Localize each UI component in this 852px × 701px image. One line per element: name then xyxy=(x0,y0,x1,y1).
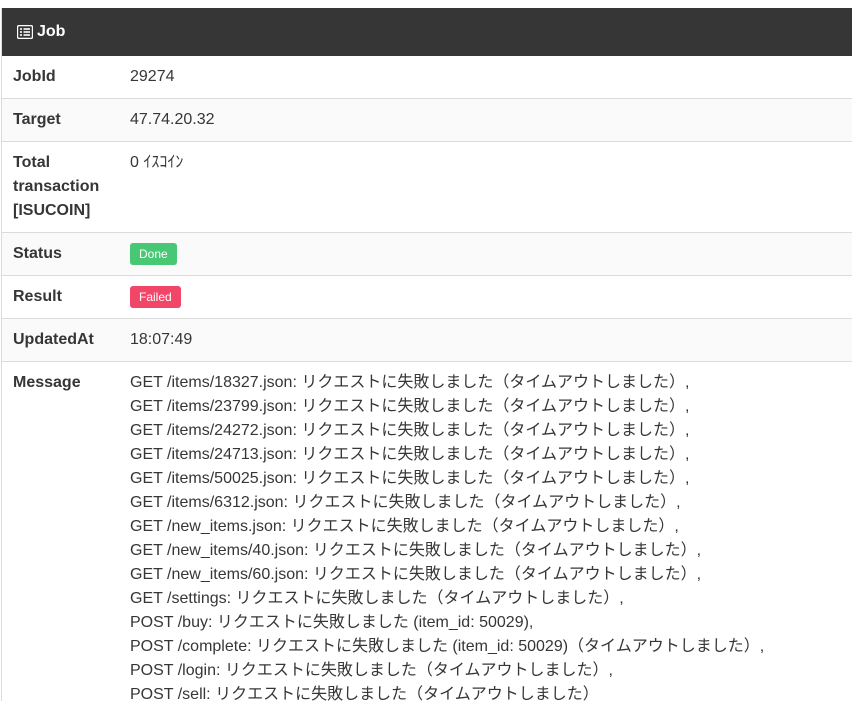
target-label: Target xyxy=(2,98,119,142)
total-label: Total transaction [ISUCOIN] xyxy=(2,141,119,233)
message-body: GET /items/18327.json: リクエストに失敗しました（タイムア… xyxy=(119,362,852,701)
row-status: Status Done xyxy=(2,232,852,276)
result-label: Result xyxy=(2,275,119,319)
row-result: Result Failed xyxy=(2,275,852,319)
message-line: GET /items/24713.json: リクエストに失敗しました（タイムア… xyxy=(130,446,690,463)
jobid-label: JobId xyxy=(2,56,119,99)
message-line: GET /new_items/40.json: リクエストに失敗しました（タイム… xyxy=(130,542,702,559)
message-line: GET /items/50025.json: リクエストに失敗しました（タイムア… xyxy=(130,470,690,487)
message-line: GET /new_items.json: リクエストに失敗しました（タイムアウト… xyxy=(130,518,679,535)
message-line: POST /sell: リクエストに失敗しました（タイムアウトしました） xyxy=(130,686,599,701)
message-line: GET /items/23799.json: リクエストに失敗しました（タイムア… xyxy=(130,398,690,415)
status-label: Status xyxy=(2,232,119,276)
row-target: Target 47.74.20.32 xyxy=(2,98,852,142)
message-line: GET /items/18327.json: リクエストに失敗しました（タイムア… xyxy=(130,374,690,391)
message-line: GET /new_items/60.json: リクエストに失敗しました（タイム… xyxy=(130,566,702,583)
message-line: POST /login: リクエストに失敗しました（タイムアウトしました）, xyxy=(130,662,613,679)
message-label: Message xyxy=(13,374,81,391)
message-line: GET /settings: リクエストに失敗しました（タイムアウトしました）, xyxy=(130,590,624,607)
message-line: GET /items/6312.json: リクエストに失敗しました（タイムアウ… xyxy=(130,494,681,511)
updated-value: 18:07:49 xyxy=(119,318,852,362)
card-title: Job xyxy=(37,23,66,40)
message-line: POST /complete: リクエストに失敗しました (item_id: 5… xyxy=(130,638,765,655)
message-line: GET /items/24272.json: リクエストに失敗しました（タイムア… xyxy=(130,422,690,439)
row-updated: UpdatedAt 18:07:49 xyxy=(2,318,852,362)
target-value: 47.74.20.32 xyxy=(119,98,852,142)
job-details-table: JobId 29274 Target 47.74.20.32 Total tra… xyxy=(2,56,852,701)
message-line: POST /buy: リクエストに失敗しました (item_id: 50029)… xyxy=(130,614,534,631)
updated-label: UpdatedAt xyxy=(2,318,119,362)
total-value: 0 ｲｽｺｲﾝ xyxy=(119,141,852,233)
status-badge: Done xyxy=(130,242,177,265)
row-message: Message GET /items/18327.json: リクエストに失敗し… xyxy=(2,362,852,701)
jobid-value: 29274 xyxy=(119,56,852,99)
list-icon xyxy=(16,24,34,40)
job-card: Job JobId 29274 Target 47.74.20.32 Total… xyxy=(1,8,852,701)
row-total: Total transaction [ISUCOIN] 0 ｲｽｺｲﾝ xyxy=(2,141,852,233)
card-header: Job xyxy=(2,8,852,56)
result-badge: Failed xyxy=(130,285,181,308)
row-jobid: JobId 29274 xyxy=(2,56,852,99)
